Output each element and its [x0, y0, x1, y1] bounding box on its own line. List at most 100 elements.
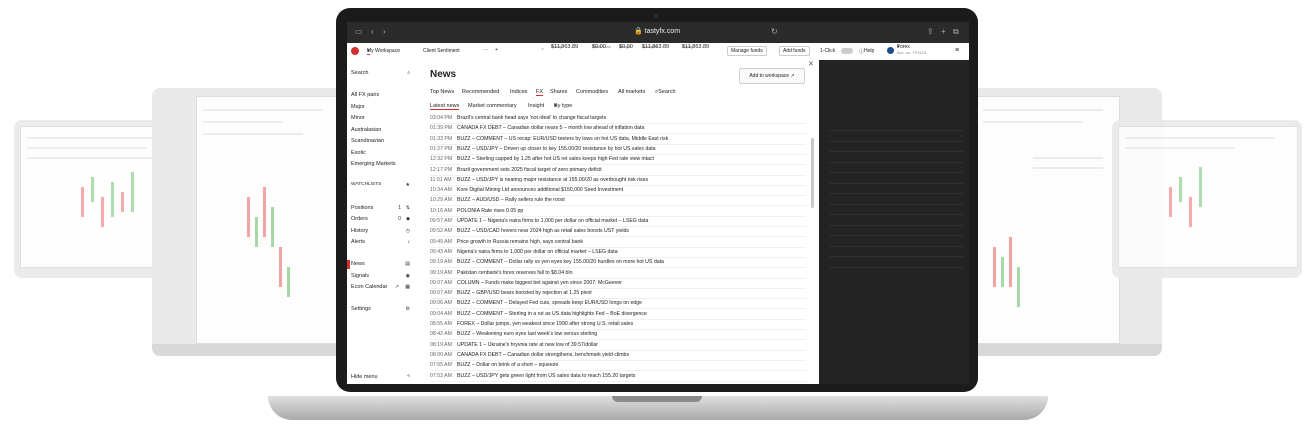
dark-panel-row — [829, 193, 964, 194]
subtab-by-type[interactable]: By type ▾ — [554, 103, 572, 109]
sidebar-item-australasian[interactable]: Australasian — [351, 127, 381, 133]
sidebar-item-major[interactable]: Major — [351, 104, 365, 110]
tag-icon: ◆ — [406, 216, 410, 222]
more-menu-icon[interactable]: ··· — [483, 47, 488, 53]
news-headline: BUZZ – USD/JPY gets green light from US … — [457, 372, 636, 379]
subtab-market-commentary[interactable]: Market commentary — [468, 103, 517, 109]
news-headline: BUZZ – Dollar on brink of a short – sque… — [457, 362, 559, 369]
close-icon[interactable]: × — [541, 47, 544, 53]
news-time: 09:07 AM — [430, 290, 452, 297]
news-time: 09:19 AM — [430, 259, 452, 266]
url-text: tastyfx.com — [644, 28, 681, 35]
workspace-dropdown[interactable]: My Workspace ▾ — [367, 48, 400, 55]
sidebar-item-all-fx[interactable]: All FX pairs — [351, 92, 379, 98]
help-label: Help — [864, 48, 875, 54]
sidebar-item-settings[interactable]: Settings — [351, 306, 371, 312]
calendar-icon: ▦ — [405, 284, 410, 290]
right-back-laptop — [1112, 120, 1302, 278]
reload-icon[interactable]: ↻ — [771, 27, 778, 36]
bell-icon: ♪ — [407, 239, 411, 245]
news-headline: Brazil government sets 2025 fiscal targe… — [457, 166, 602, 173]
external-link-icon: ↗ — [394, 284, 399, 290]
dark-panel-row — [829, 203, 964, 205]
sidebar-toggle-icon[interactable]: ▭ — [355, 27, 363, 36]
news-time: 09:19 AM — [430, 269, 452, 276]
news-time: 01:33 PM — [430, 135, 453, 142]
news-time: 08:00 AM — [430, 351, 452, 358]
account-avatar-icon — [887, 47, 894, 54]
manage-funds-button[interactable]: Manage funds — [727, 46, 767, 56]
tab-indices[interactable]: Indices — [510, 89, 527, 95]
help-link[interactable]: ⓘ Help — [859, 48, 874, 55]
dark-panel-row — [829, 245, 964, 247]
sidebar-item-signals[interactable]: Signals — [351, 273, 369, 279]
sidebar-item-econ-calendar[interactable]: Econ Calendar — [351, 284, 387, 290]
active-indicator — [347, 260, 350, 269]
news-time: 11:01 AM — [430, 176, 452, 183]
add-to-workspace-button[interactable]: Add to workspace ↗ — [739, 68, 805, 84]
tab-shares[interactable]: Shares — [550, 89, 567, 95]
dark-panel-row — [829, 256, 964, 257]
tab-top-news[interactable]: Top News — [430, 89, 454, 95]
hide-menu-button[interactable]: Hide menu — [351, 374, 378, 380]
news-headline: BUZZ – Sterling capped by 1.25 after hot… — [457, 156, 654, 163]
star-icon[interactable]: ★ — [406, 182, 410, 188]
history-icon: ◷ — [405, 228, 410, 234]
news-headline: POLONIA Rate rises 0.05 pp — [457, 207, 524, 214]
sidebar-item-news[interactable]: News — [351, 261, 365, 267]
news-time: 08:19 AM — [430, 341, 452, 348]
menu-icon[interactable]: ≡ — [955, 47, 959, 54]
new-tab-icon[interactable]: + — [941, 27, 946, 36]
news-time: 09:06 AM — [430, 300, 452, 307]
dark-panel-row — [829, 235, 964, 236]
scrollbar[interactable] — [811, 138, 814, 208]
add-tab-button[interactable]: + — [495, 47, 498, 53]
back-icon[interactable]: ‹ — [371, 27, 374, 36]
news-headline: BUZZ – COMMENT – US recap: EUR/USD teete… — [457, 135, 669, 142]
funds-value: $11,863.89 — [551, 44, 579, 50]
news-headline: BUZZ – USD/CAD hovers near 2024 high as … — [457, 228, 630, 235]
sidebar-item-exotic[interactable]: Exotic — [351, 150, 366, 156]
dark-panel-row — [829, 130, 964, 131]
address-bar[interactable]: 🔒 tastyfx.com — [587, 27, 727, 35]
gear-icon[interactable]: ⚙ — [406, 306, 410, 312]
sidebar-search[interactable]: Search — [351, 70, 368, 76]
sidebar-item-alerts[interactable]: Alerts — [351, 239, 365, 245]
tab-commodities[interactable]: Commodities — [576, 89, 608, 95]
tab-fx[interactable]: FX — [536, 89, 544, 96]
share-icon[interactable]: ⇪ — [927, 27, 934, 36]
forward-icon[interactable]: › — [383, 27, 386, 36]
sidebar-item-minor[interactable]: Minor — [351, 115, 365, 121]
dark-panel-row — [829, 172, 964, 173]
news-headline: BUZZ – AUD/USD – Rally sellers rule the … — [457, 197, 565, 204]
sidebar-item-emerging[interactable]: Emerging Markets — [351, 161, 396, 167]
account-switcher[interactable]: Forex ▾ Acc. no. TF4123 — [897, 44, 926, 55]
client-sentiment-tab[interactable]: Client Sentiment — [423, 48, 460, 54]
app-topbar: My Workspace ▾ Client Sentiment ··· + × … — [347, 43, 969, 61]
collapse-icon[interactable]: « — [407, 373, 410, 379]
tabs-overview-icon[interactable]: ⧉ — [953, 27, 959, 37]
news-headline: UPDATE 1 – Ukraine's hryvnia rate at new… — [457, 341, 599, 348]
news-time: 08:55 AM — [430, 321, 452, 327]
by-type-label: By type — [554, 103, 573, 109]
tab-all-markets[interactable]: All markets — [618, 89, 645, 95]
news-headline: FOREX – Dollar jumps, yen weakest since … — [457, 321, 634, 327]
news-headline: BUZZ – COMMENT – Delayed Fed cuts, sprea… — [457, 300, 643, 307]
tab-recommended[interactable]: Recommended — [462, 89, 499, 95]
sidebar-item-orders[interactable]: Orders — [351, 216, 368, 222]
sidebar-item-history[interactable]: History — [351, 228, 368, 234]
news-headline: BUZZ – USD/JPY is nearing major resistan… — [457, 176, 649, 183]
signals-icon: ◉ — [405, 273, 410, 279]
sidebar-item-positions[interactable]: Positions — [351, 205, 373, 211]
close-panel-icon[interactable]: ✕ — [808, 60, 814, 68]
one-click-toggle[interactable] — [841, 48, 853, 54]
watchlists-heading[interactable]: WATCHLISTS — [351, 182, 381, 187]
news-time: 01:27 PM — [430, 145, 453, 152]
add-funds-button[interactable]: Add funds — [779, 46, 810, 56]
subtab-latest-news[interactable]: Latest news — [430, 103, 460, 110]
search-icon[interactable]: ⌕ — [407, 70, 410, 76]
tab-search[interactable]: ⌕ Search — [655, 89, 676, 96]
news-row[interactable]: 07:53 AM BUZZ – USD/JPY gets green light … — [430, 371, 806, 382]
sidebar-item-scandinavian[interactable]: Scandinavian — [351, 138, 384, 144]
subtab-insight[interactable]: Insight — [528, 103, 544, 109]
